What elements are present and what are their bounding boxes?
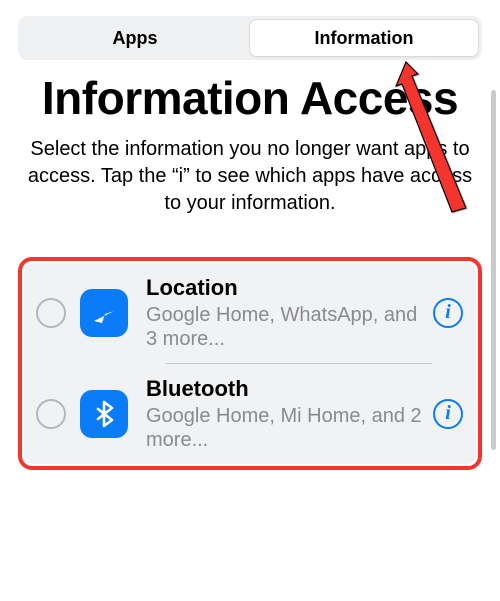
- tab-apps-label: Apps: [113, 28, 158, 49]
- list-item-text: Bluetooth Google Home, Mi Home, and 2 mo…: [146, 376, 424, 452]
- radio-unchecked[interactable]: [36, 298, 66, 328]
- list-item-text: Location Google Home, WhatsApp, and 3 mo…: [146, 275, 424, 351]
- tab-apps[interactable]: Apps: [21, 19, 249, 57]
- item-title: Location: [146, 275, 424, 301]
- info-access-list: Location Google Home, WhatsApp, and 3 mo…: [24, 263, 476, 464]
- info-button[interactable]: i: [432, 398, 464, 430]
- segmented-control[interactable]: Apps Information: [18, 16, 482, 60]
- info-button[interactable]: i: [432, 297, 464, 329]
- item-subtitle: Google Home, WhatsApp, and 3 more...: [146, 303, 424, 351]
- list-item-bluetooth[interactable]: Bluetooth Google Home, Mi Home, and 2 mo…: [24, 364, 476, 464]
- list-item-location[interactable]: Location Google Home, WhatsApp, and 3 mo…: [24, 263, 476, 363]
- location-icon: [80, 289, 128, 337]
- item-title: Bluetooth: [146, 376, 424, 402]
- tab-information-label: Information: [315, 28, 414, 49]
- annotation-highlight: Location Google Home, WhatsApp, and 3 mo…: [18, 257, 482, 470]
- page-subtitle: Select the information you no longer wan…: [24, 136, 476, 217]
- tab-information[interactable]: Information: [249, 19, 479, 57]
- info-icon: i: [433, 298, 463, 328]
- info-icon: i: [433, 399, 463, 429]
- item-subtitle: Google Home, Mi Home, and 2 more...: [146, 404, 424, 452]
- scrollbar[interactable]: [491, 90, 496, 450]
- radio-unchecked[interactable]: [36, 399, 66, 429]
- page-title: Information Access: [20, 74, 480, 122]
- bluetooth-icon: [80, 390, 128, 438]
